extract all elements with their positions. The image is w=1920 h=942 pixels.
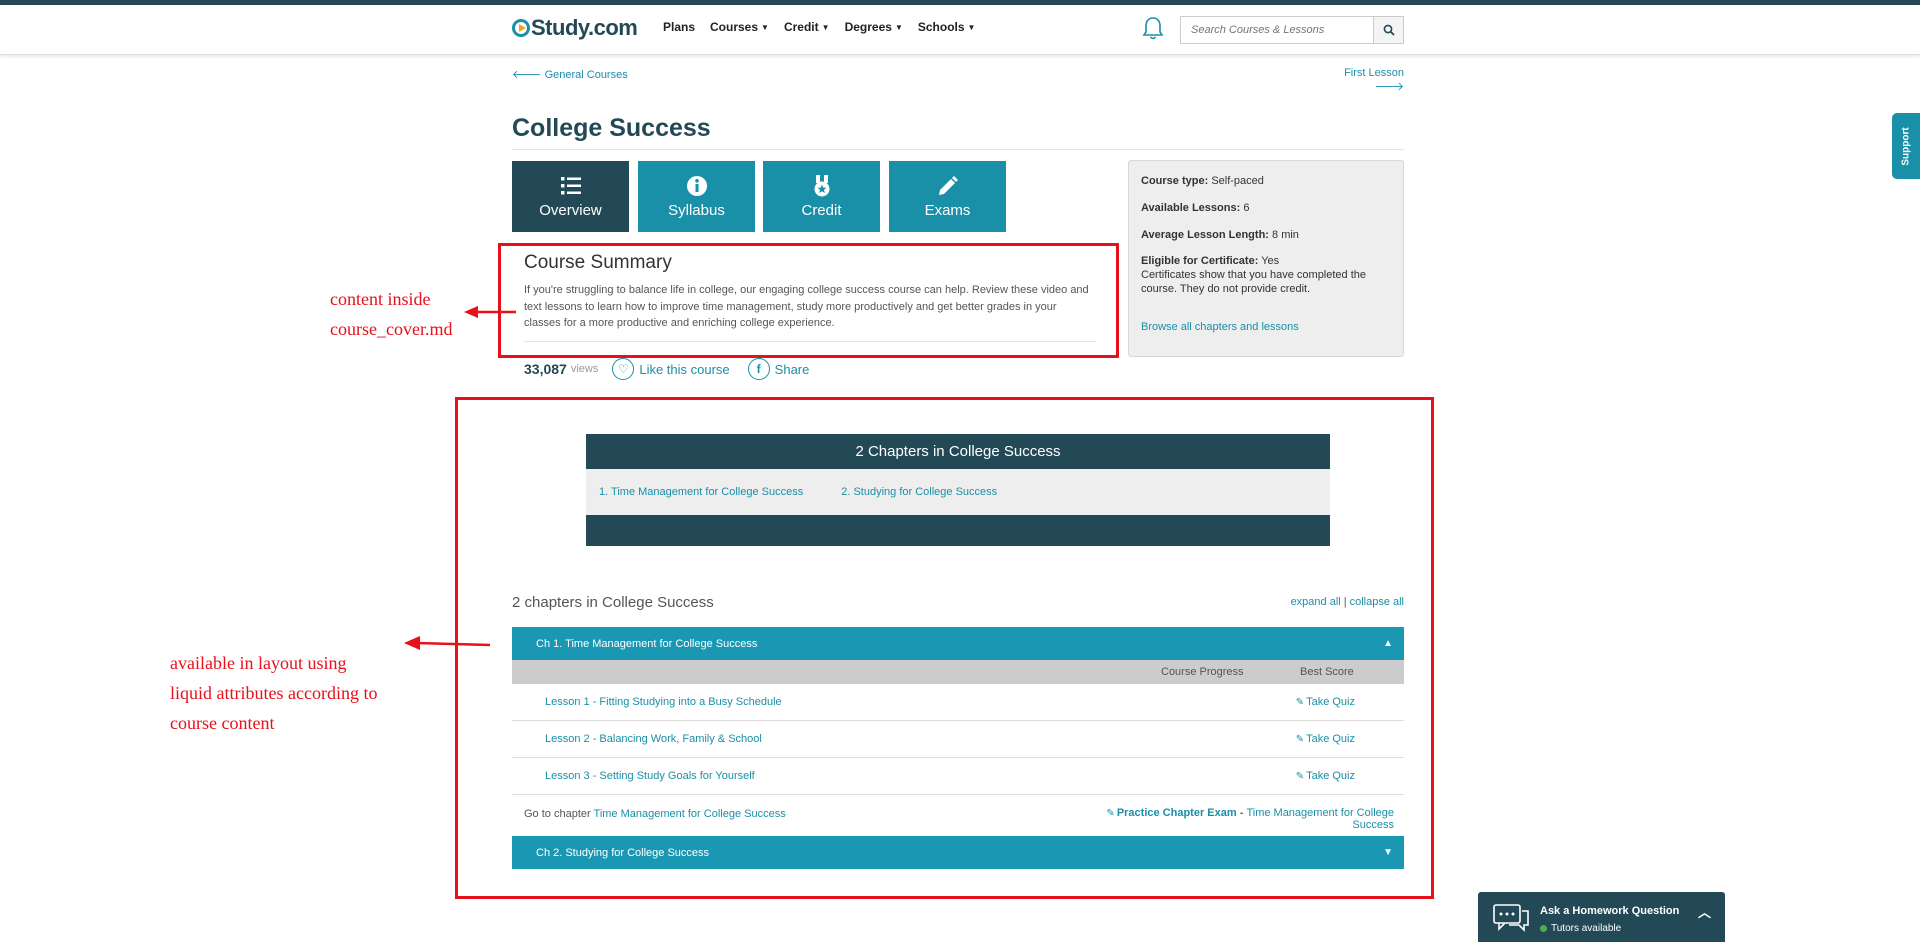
nav-degrees-label: Degrees <box>844 20 892 34</box>
list-icon <box>560 177 581 195</box>
search-icon <box>1383 24 1395 36</box>
browse-row: Browse all chapters and lessons <box>1141 321 1391 335</box>
annotation-note-2: available in layout using liquid attribu… <box>170 648 377 738</box>
back-link[interactable]: 🡐 General Courses <box>512 67 628 81</box>
next-link[interactable]: First Lesson 🡒 <box>1330 67 1404 93</box>
tutor-status: Tutors available <box>1540 923 1621 934</box>
medal-icon <box>814 175 829 197</box>
length-label: Average Lesson Length: <box>1141 228 1269 241</box>
lessons-row: Available Lessons: 6 <box>1141 202 1391 216</box>
certificate-note: Certificates show that you have complete… <box>1141 269 1367 295</box>
length-row: Average Lesson Length: 8 min <box>1141 229 1391 243</box>
arrow-right-icon: 🡒 <box>1374 81 1405 93</box>
nav-degrees[interactable]: Degrees ▼ <box>845 20 903 34</box>
tab-credit-label: Credit <box>801 202 842 219</box>
nav-schools[interactable]: Schools ▼ <box>918 20 976 34</box>
like-label: Like this course <box>639 361 730 377</box>
logo-text: Study.com <box>531 15 638 40</box>
course-type-label: Course type: <box>1141 175 1209 187</box>
main-nav: Plans Courses ▼ Credit ▼ Degrees ▼ Schools ▼ <box>663 20 975 34</box>
share-label: Share <box>774 361 810 377</box>
arrow-left-icon: 🡐 <box>512 69 545 81</box>
chevron-down-icon: ▼ <box>821 22 830 32</box>
annotation-note-1: content inside course_cover.md <box>330 284 452 344</box>
course-stats: 33,087 views ♡ Like this course f Share <box>524 358 827 380</box>
tab-exams[interactable]: Exams <box>889 161 1006 232</box>
nav-courses[interactable]: Courses ▼ <box>710 20 769 34</box>
search-bar <box>1180 16 1404 44</box>
tab-syllabus[interactable]: Syllabus <box>638 161 755 232</box>
certificate-row: Eligible for Certificate: Yes Certificate… <box>1141 255 1391 296</box>
like-course-button[interactable]: ♡ Like this course <box>612 358 730 380</box>
annotation-line: course_cover.md <box>330 319 453 339</box>
support-label: Support <box>1900 126 1912 166</box>
annotation-box-chapters <box>455 397 1434 899</box>
facebook-icon: f <box>747 358 770 380</box>
certificate-label: Eligible for Certificate: <box>1141 255 1259 268</box>
chevron-down-icon: ▼ <box>761 22 769 32</box>
annotation-arrow-2 <box>404 636 491 650</box>
search-button[interactable] <box>1373 17 1403 43</box>
nav-courses-label: Courses <box>710 20 759 34</box>
tab-credit[interactable]: Credit <box>763 161 880 232</box>
tab-syllabus-label: Syllabus <box>668 202 725 219</box>
annotation-line: course content <box>170 713 275 733</box>
tutor-status-label: Tutors available <box>1551 923 1622 934</box>
length-value: 8 min <box>1272 228 1299 241</box>
browse-chapters-link[interactable]: Browse all chapters and lessons <box>1141 321 1299 333</box>
play-logo-icon <box>512 19 530 37</box>
annotation-line: available in layout using <box>170 653 347 673</box>
tab-exams-label: Exams <box>924 202 971 219</box>
lessons-label: Available Lessons: <box>1141 201 1241 214</box>
nav-credit[interactable]: Credit ▼ <box>784 20 830 34</box>
chevron-up-icon[interactable]: ︿ <box>1698 902 1711 921</box>
course-info-panel: Course type: Self-paced Available Lesson… <box>1128 160 1404 357</box>
annotation-box-summary <box>498 243 1119 358</box>
site-logo[interactable]: Study.com <box>512 14 638 42</box>
nav-plans-label: Plans <box>663 20 696 34</box>
info-icon <box>686 176 707 196</box>
chevron-down-icon: ▼ <box>894 22 903 32</box>
share-button[interactable]: f Share <box>747 358 810 380</box>
pencil-icon <box>938 176 958 195</box>
heart-icon: ♡ <box>612 358 635 380</box>
chat-icon <box>1493 904 1529 932</box>
course-type-row: Course type: Self-paced <box>1141 175 1391 189</box>
views-label: views <box>570 363 599 375</box>
homework-widget[interactable]: Ask a Homework Question Tutors available… <box>1478 892 1725 942</box>
nav-plans[interactable]: Plans <box>663 20 695 34</box>
course-type-value: Self-paced <box>1211 175 1264 187</box>
next-link-label: First Lesson <box>1344 67 1404 79</box>
annotation-arrow-1 <box>464 306 516 318</box>
nav-schools-label: Schools <box>917 20 965 34</box>
lessons-value: 6 <box>1243 201 1250 214</box>
page-title: College Success <box>512 114 711 142</box>
back-link-label: General Courses <box>544 69 628 81</box>
search-input[interactable] <box>1181 17 1373 43</box>
tab-overview-label: Overview <box>539 202 602 219</box>
nav-credit-label: Credit <box>783 20 819 34</box>
annotation-line: content inside <box>330 289 431 309</box>
status-dot-icon <box>1540 925 1547 932</box>
views-count: 33,087 <box>524 361 567 377</box>
tab-overview[interactable]: Overview <box>512 161 629 232</box>
support-tab[interactable]: Support <box>1892 113 1920 179</box>
annotation-line: liquid attributes according to <box>170 683 378 703</box>
chevron-down-icon: ▼ <box>967 22 976 32</box>
homework-title: Ask a Homework Question <box>1540 905 1680 917</box>
certificate-value: Yes <box>1261 255 1280 268</box>
title-divider <box>512 149 1404 150</box>
notifications-bell-icon[interactable] <box>1142 16 1164 42</box>
